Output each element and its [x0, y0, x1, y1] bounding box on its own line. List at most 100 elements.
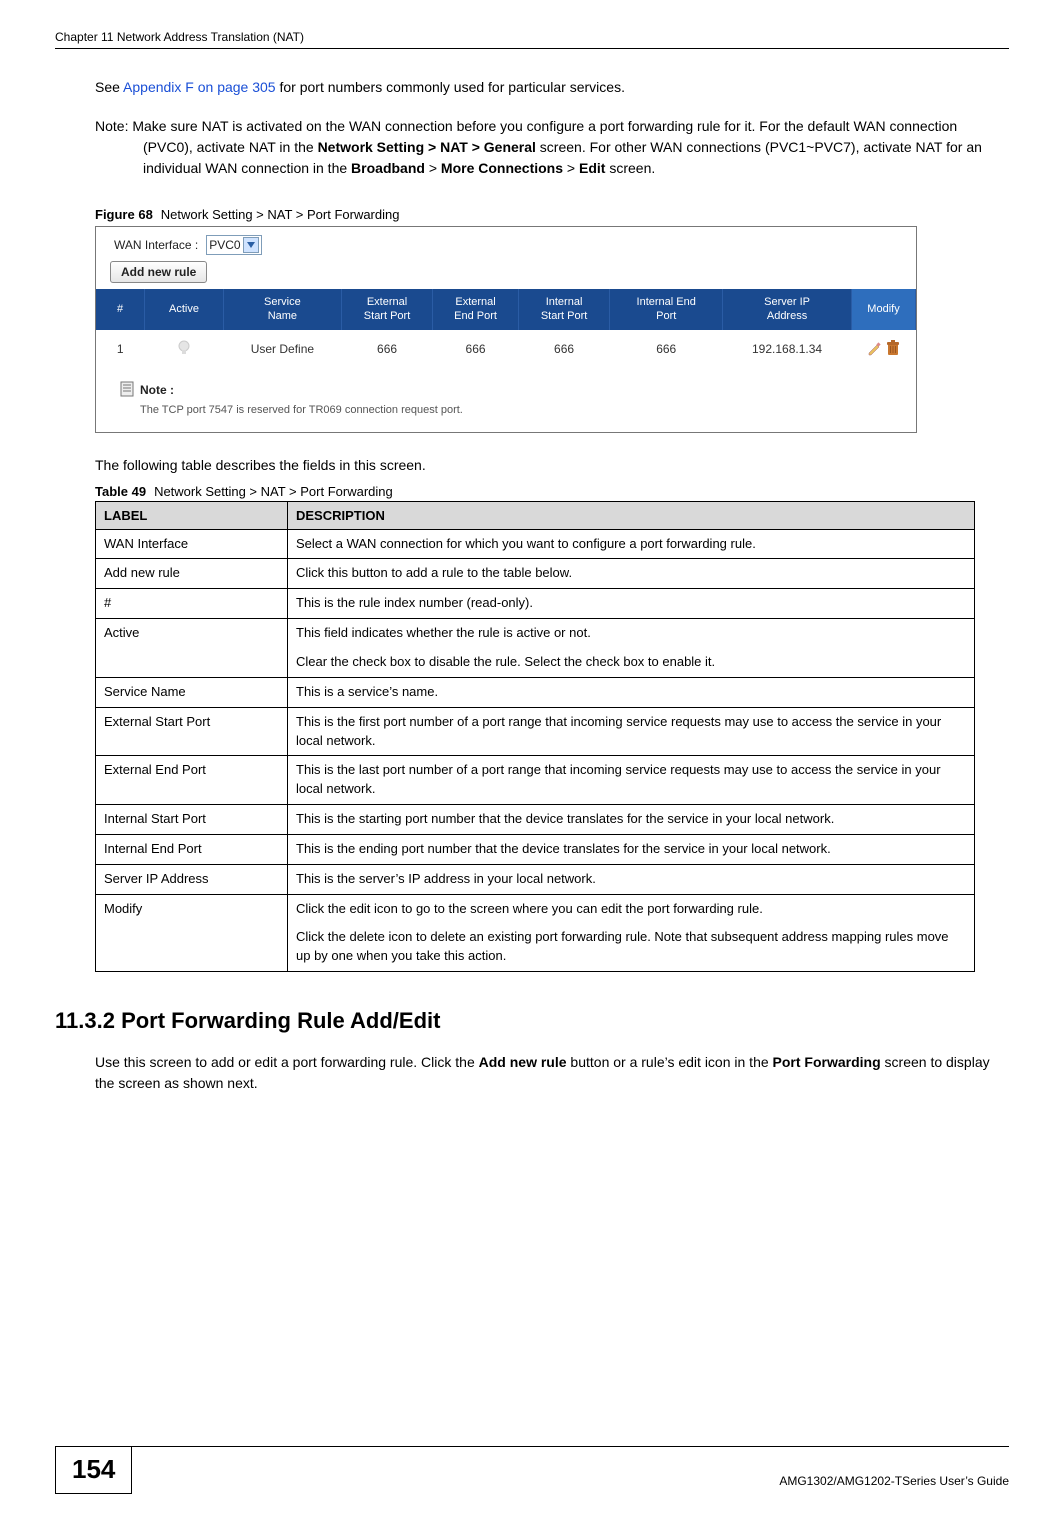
wan-interface-label: WAN Interface : [114, 238, 198, 252]
section-heading: 11.3.2 Port Forwarding Rule Add/Edit [55, 1008, 1009, 1034]
port-forwarding-table: # Active ServiceName ExternalStart Port … [96, 289, 916, 369]
table-row: WAN InterfaceSelect a WAN connection for… [96, 529, 975, 559]
cell-desc: This is the ending port number that the … [288, 834, 975, 864]
cell-num: 1 [96, 330, 145, 369]
col-server-ip: Server IPAddress [723, 289, 852, 330]
guide-name: AMG1302/AMG1202-TSeries User’s Guide [779, 1474, 1009, 1494]
col-ext-end: ExternalEnd Port [433, 289, 519, 330]
table-row: Active This field indicates whether the r… [96, 619, 975, 678]
text: > [563, 160, 579, 176]
screenshot-port-forwarding: WAN Interface : PVC0 Add new rule # Acti… [95, 226, 917, 433]
cell-ext-end: 666 [433, 330, 519, 369]
table-caption: Table 49 Network Setting > NAT > Port For… [95, 484, 1009, 499]
cell-desc: This is the server’s IP address in your … [288, 864, 975, 894]
col-service-name: ServiceName [224, 289, 342, 330]
cell-desc: Click this button to add a rule to the t… [288, 559, 975, 589]
table-row: Internal Start PortThis is the starting … [96, 805, 975, 835]
cell-desc: This is the rule index number (read-only… [288, 589, 975, 619]
cell-desc: Click the edit icon to go to the screen … [288, 894, 975, 972]
figure-caption: Figure 68 Network Setting > NAT > Port Fo… [95, 207, 1009, 222]
cell-server-ip: 192.168.1.34 [723, 330, 852, 369]
cell-service: User Define [224, 330, 342, 369]
cell-label: Server IP Address [96, 864, 288, 894]
cell-desc: This is the first port number of a port … [288, 707, 975, 756]
running-head: Chapter 11 Network Address Translation (… [55, 30, 1009, 49]
figure-title: Network Setting > NAT > Port Forwarding [161, 207, 400, 222]
cell-label: Modify [96, 894, 288, 972]
header-label: LABEL [96, 501, 288, 529]
section-body: Use this screen to add or edit a port fo… [95, 1052, 1009, 1094]
intro-paragraph: See Appendix F on page 305 for port numb… [95, 77, 1009, 98]
note-icon [120, 381, 134, 400]
text-bold: Network Setting > NAT > General [318, 139, 536, 155]
text: This field indicates whether the rule is… [296, 624, 966, 643]
text: > [425, 160, 441, 176]
table-number: Table 49 [95, 484, 146, 499]
text: See [95, 79, 123, 95]
col-ext-start: ExternalStart Port [341, 289, 433, 330]
cell-label: # [96, 589, 288, 619]
cell-label: WAN Interface [96, 529, 288, 559]
screenshot-note: Note : The TCP port 7547 is reserved for… [96, 369, 916, 432]
page-number: 154 [55, 1446, 132, 1494]
text: Click the delete icon to delete an exist… [296, 928, 966, 966]
wan-interface-select[interactable]: PVC0 [206, 235, 261, 255]
edit-icon[interactable] [867, 340, 883, 359]
bulb-off-icon [178, 340, 190, 356]
table-row: Add new ruleClick this button to add a r… [96, 559, 975, 589]
cell-modify [852, 330, 916, 369]
table-row: Internal End PortThis is the ending port… [96, 834, 975, 864]
table-row: Service NameThis is a service’s name. [96, 677, 975, 707]
page-footer: 154 AMG1302/AMG1202-TSeries User’s Guide [55, 1446, 1009, 1494]
text: Click the edit icon to go to the screen … [296, 900, 966, 919]
col-num: # [96, 289, 145, 330]
cell-desc: This is the starting port number that th… [288, 805, 975, 835]
cell-label: Internal End Port [96, 834, 288, 864]
text-bold: Broadband [351, 160, 425, 176]
cell-label: External End Port [96, 756, 288, 805]
cell-desc: This is a service’s name. [288, 677, 975, 707]
header-description: DESCRIPTION [288, 501, 975, 529]
text: for port numbers commonly used for parti… [276, 79, 625, 95]
table-row: External End PortThis is the last port n… [96, 756, 975, 805]
table-header-row: # Active ServiceName ExternalStart Port … [96, 289, 916, 330]
cell-desc: This field indicates whether the rule is… [288, 619, 975, 678]
text-bold: Edit [579, 160, 605, 176]
figure-number: Figure 68 [95, 207, 153, 222]
cell-active[interactable] [145, 330, 224, 369]
col-int-start: InternalStart Port [518, 289, 610, 330]
col-active: Active [145, 289, 224, 330]
description-table: LABEL DESCRIPTION WAN InterfaceSelect a … [95, 501, 975, 973]
cell-label: External Start Port [96, 707, 288, 756]
col-modify: Modify [852, 289, 916, 330]
delete-icon[interactable] [886, 340, 900, 359]
cell-desc: Select a WAN connection for which you wa… [288, 529, 975, 559]
wan-interface-value: PVC0 [209, 238, 240, 252]
chevron-down-icon[interactable] [243, 237, 259, 253]
table-intro-text: The following table describes the fields… [95, 455, 1009, 476]
col-int-end: Internal EndPort [610, 289, 723, 330]
cell-label: Active [96, 619, 288, 678]
text-bold: Port Forwarding [773, 1054, 881, 1070]
table-row: Modify Click the edit icon to go to the s… [96, 894, 975, 972]
text-bold: More Connections [441, 160, 563, 176]
text-bold: Add new rule [479, 1054, 567, 1070]
text: screen. [605, 160, 655, 176]
note-body-text: The TCP port 7547 is reserved for TR069 … [140, 404, 900, 416]
table-title: Network Setting > NAT > Port Forwarding [154, 484, 393, 499]
table-row: 1 User Define 666 666 666 666 192.168.1.… [96, 330, 916, 369]
appendix-link[interactable]: Appendix F on page 305 [123, 79, 276, 95]
add-new-rule-button[interactable]: Add new rule [110, 261, 207, 283]
note-paragraph: Note: Make sure NAT is activated on the … [95, 116, 1009, 179]
table-header-row: LABEL DESCRIPTION [96, 501, 975, 529]
cell-label: Internal Start Port [96, 805, 288, 835]
cell-label: Add new rule [96, 559, 288, 589]
table-row: External Start PortThis is the first por… [96, 707, 975, 756]
cell-label: Service Name [96, 677, 288, 707]
text: Use this screen to add or edit a port fo… [95, 1054, 479, 1070]
cell-int-start: 666 [518, 330, 610, 369]
cell-ext-start: 666 [341, 330, 433, 369]
text: button or a rule’s edit icon in the [567, 1054, 773, 1070]
cell-desc: This is the last port number of a port r… [288, 756, 975, 805]
table-row: #This is the rule index number (read-onl… [96, 589, 975, 619]
